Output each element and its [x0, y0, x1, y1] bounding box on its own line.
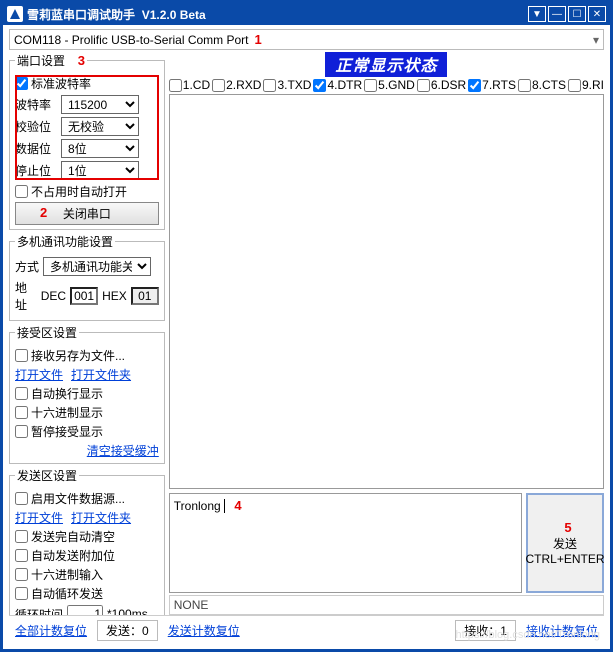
- pause-recv-check[interactable]: [15, 425, 28, 438]
- minimize-button[interactable]: —: [548, 6, 566, 22]
- parity-label: 校验位: [15, 118, 57, 135]
- databits-label: 数据位: [15, 140, 57, 157]
- sig-cts-check[interactable]: [518, 79, 531, 92]
- status-banner: 正常显示状态: [325, 52, 447, 77]
- baud-select[interactable]: 115200: [61, 95, 139, 114]
- send-textarea[interactable]: Tronlong 4: [169, 493, 522, 593]
- send-reset-link[interactable]: 发送计数复位: [168, 622, 240, 639]
- recv-open-folder-link[interactable]: 打开文件夹: [71, 366, 131, 383]
- recv-open-file-link[interactable]: 打开文件: [15, 366, 63, 383]
- auto-clear-send-check[interactable]: [15, 530, 28, 543]
- recv-save-label: 接收另存为文件...: [31, 347, 125, 364]
- auto-clear-send-label: 发送完自动清空: [31, 528, 115, 545]
- parity-select[interactable]: 无校验: [61, 117, 139, 136]
- signal-row: 1.CD 2.RXD 3.TXD 4.DTR 5.GND 6.DSR 7.RTS…: [169, 78, 604, 92]
- loop-time-label: 循环时间: [15, 606, 63, 616]
- annotation-3: 3: [78, 53, 85, 68]
- multi-comm-group: 多机通讯功能设置 方式多机通讯功能关 地址 DEC HEX: [9, 233, 165, 321]
- loop-time-unit: *100ms: [107, 607, 148, 615]
- recv-count-box: 接收：1: [455, 620, 516, 641]
- auto-wrap-label: 自动换行显示: [31, 385, 103, 402]
- mode-select[interactable]: 多机通讯功能关: [43, 257, 151, 276]
- send-button[interactable]: 5 发送 CTRL+ENTER: [526, 493, 604, 593]
- app-title: 雪莉蓝串口调试助手 V1.2.0 Beta: [27, 6, 206, 23]
- recv-save-check[interactable]: [15, 349, 28, 362]
- port-settings-label: 端口设置: [17, 54, 65, 68]
- close-button[interactable]: ✕: [588, 6, 606, 22]
- sig-gnd-check[interactable]: [364, 79, 377, 92]
- pause-recv-label: 暂停接受显示: [31, 423, 103, 440]
- status-none: NONE: [169, 595, 604, 615]
- recv-settings-group: 接受区设置 接收另存为文件... 打开文件打开文件夹 自动换行显示 十六进制显示…: [9, 324, 165, 464]
- stopbits-select[interactable]: 1位: [61, 161, 139, 180]
- std-baud-check[interactable]: [15, 77, 28, 90]
- file-src-check[interactable]: [15, 492, 28, 505]
- hex-input-label: 十六进制输入: [31, 566, 103, 583]
- pin-button[interactable]: ▼: [528, 6, 546, 22]
- recv-reset-link[interactable]: 接收计数复位: [526, 622, 598, 639]
- maximize-button[interactable]: ☐: [568, 6, 586, 22]
- recv-settings-label: 接受区设置: [15, 324, 79, 341]
- addr-hex-label: HEX: [102, 289, 127, 303]
- sig-rts-check[interactable]: [468, 79, 481, 92]
- sig-dtr-check[interactable]: [313, 79, 326, 92]
- file-src-label: 启用文件数据源...: [31, 490, 125, 507]
- auto-open-check[interactable]: [15, 185, 28, 198]
- clear-recv-link[interactable]: 清空接受缓冲: [87, 444, 159, 458]
- hex-disp-label: 十六进制显示: [31, 404, 103, 421]
- baud-label: 波特率: [15, 96, 57, 113]
- send-btn-label1: 发送: [553, 535, 577, 552]
- auto-open-label: 不占用时自动打开: [31, 183, 127, 200]
- sig-ri-check[interactable]: [568, 79, 581, 92]
- auto-loop-label: 自动循环发送: [31, 585, 103, 602]
- multi-comm-label: 多机通讯功能设置: [15, 233, 115, 250]
- port-text: COM118 - Prolific USB-to-Serial Comm Por…: [14, 33, 249, 47]
- receive-area[interactable]: [169, 94, 604, 489]
- databits-select[interactable]: 8位: [61, 139, 139, 158]
- stopbits-label: 停止位: [15, 162, 57, 179]
- annotation-4: 4: [234, 498, 241, 513]
- send-btn-label2: CTRL+ENTER: [526, 552, 605, 566]
- sig-txd-check[interactable]: [263, 79, 276, 92]
- annotation-2: 2: [40, 205, 47, 220]
- loop-time-input[interactable]: [67, 605, 103, 615]
- port-settings-group: 端口设置 3 标准波特率 波特率115200 校验位无校验 数据位8位 停止位1…: [9, 52, 165, 230]
- auto-addon-check[interactable]: [15, 549, 28, 562]
- port-select[interactable]: COM118 - Prolific USB-to-Serial Comm Por…: [9, 29, 604, 50]
- all-reset-link[interactable]: 全部计数复位: [15, 622, 87, 639]
- send-open-folder-link[interactable]: 打开文件夹: [71, 509, 131, 526]
- send-settings-group: 发送区设置 启用文件数据源... 打开文件打开文件夹 发送完自动清空 自动发送附…: [9, 467, 165, 615]
- annotation-1: 1: [255, 32, 262, 47]
- auto-loop-check[interactable]: [15, 587, 28, 600]
- addr-dec-label: DEC: [41, 289, 66, 303]
- sig-dsr-check[interactable]: [417, 79, 430, 92]
- send-text: Tronlong: [174, 499, 221, 513]
- send-count-box: 发送：0: [97, 620, 158, 641]
- auto-addon-label: 自动发送附加位: [31, 547, 115, 564]
- send-settings-label: 发送区设置: [15, 467, 79, 484]
- annotation-5: 5: [564, 520, 571, 535]
- sig-cd-check[interactable]: [169, 79, 182, 92]
- std-baud-label: 标准波特率: [31, 75, 91, 92]
- app-logo-icon: [7, 6, 23, 22]
- sig-rxd-check[interactable]: [212, 79, 225, 92]
- addr-dec-input[interactable]: [70, 287, 98, 305]
- mode-label: 方式: [15, 258, 39, 275]
- send-open-file-link[interactable]: 打开文件: [15, 509, 63, 526]
- hex-input-check[interactable]: [15, 568, 28, 581]
- hex-disp-check[interactable]: [15, 406, 28, 419]
- addr-label: 地址: [15, 279, 37, 313]
- close-port-button[interactable]: 2关闭串口: [15, 202, 159, 225]
- auto-wrap-check[interactable]: [15, 387, 28, 400]
- addr-hex-input[interactable]: [131, 287, 159, 305]
